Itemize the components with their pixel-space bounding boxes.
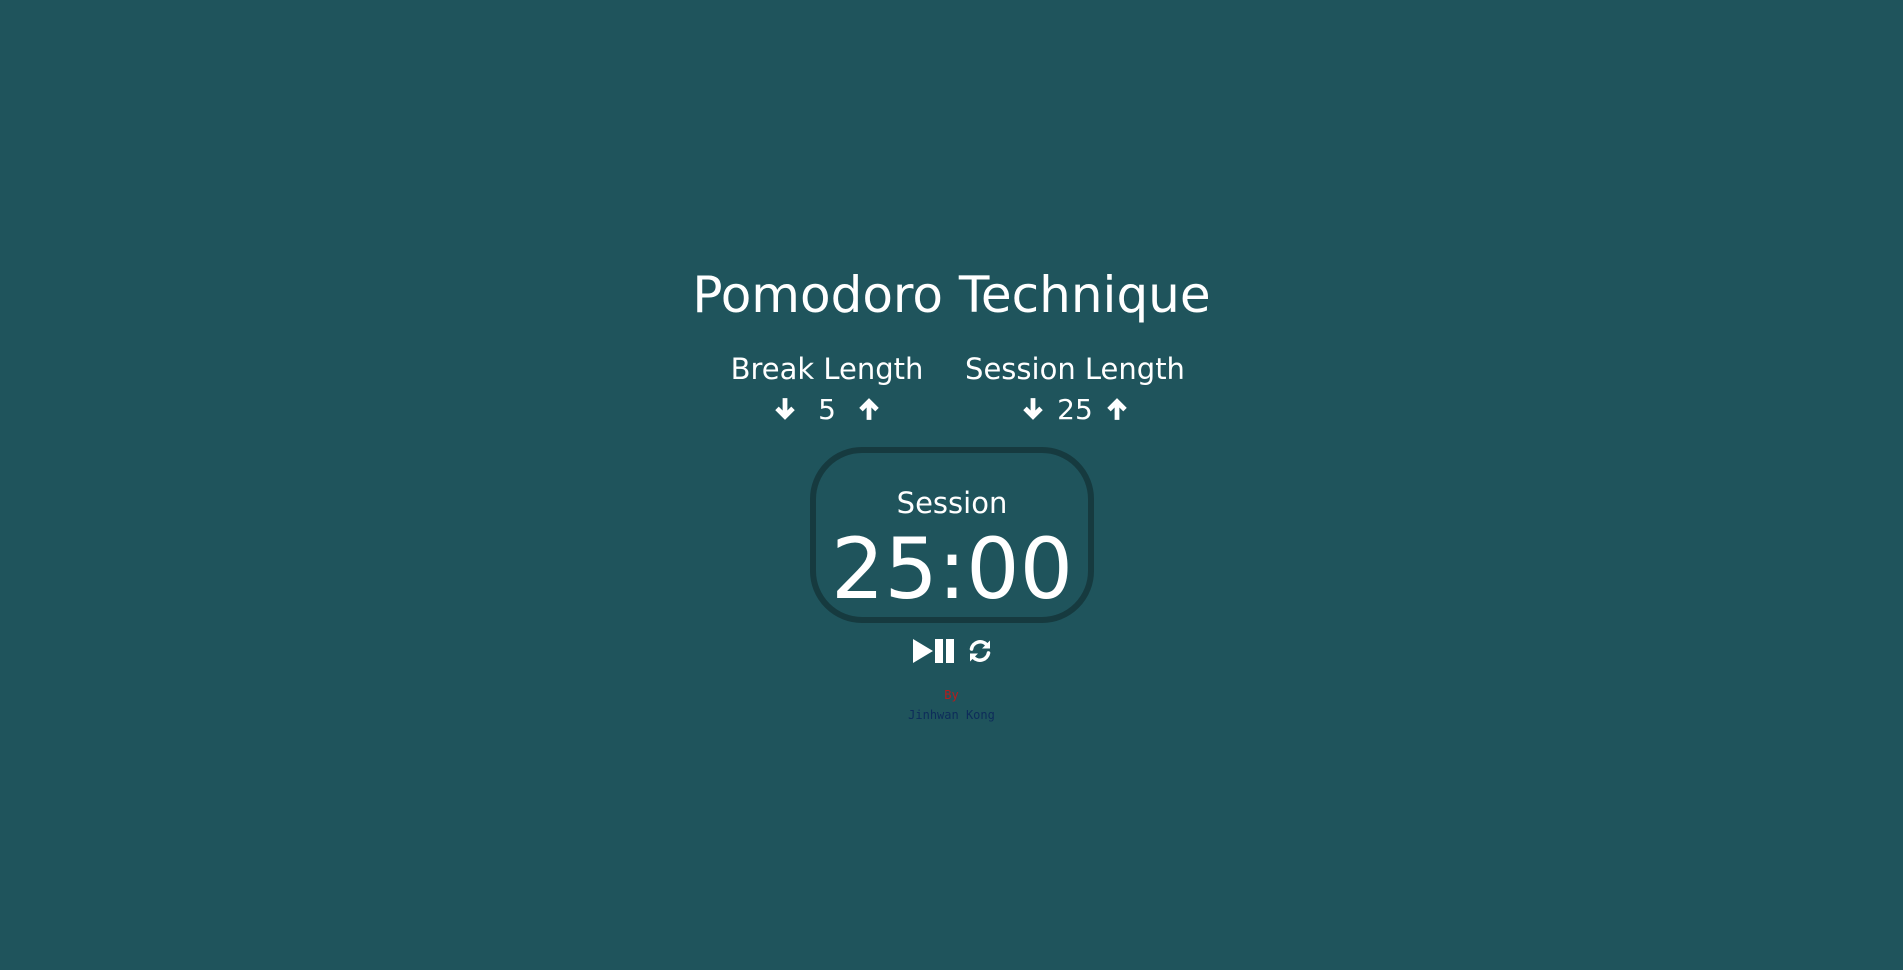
credit: By Jinhwan Kong bbox=[0, 685, 1903, 725]
break-length-value: 5 bbox=[818, 392, 836, 426]
play-pause-icon bbox=[912, 639, 954, 663]
playback-controls bbox=[0, 638, 1903, 664]
break-increment-button[interactable] bbox=[855, 395, 883, 423]
reset-button[interactable] bbox=[967, 638, 993, 664]
break-decrement-button[interactable] bbox=[771, 395, 799, 423]
play-pause-button[interactable] bbox=[911, 638, 957, 664]
arrow-up-icon bbox=[1107, 398, 1127, 420]
timer-display: Session 25:00 bbox=[810, 447, 1094, 623]
arrow-down-icon bbox=[775, 398, 795, 420]
session-length-stepper: 25 bbox=[945, 391, 1205, 427]
break-length-label: Break Length bbox=[730, 352, 924, 386]
session-length-label: Session Length bbox=[965, 352, 1185, 386]
session-length-value: 25 bbox=[1057, 392, 1093, 426]
break-length-control: Break Length 5 bbox=[697, 347, 957, 427]
arrow-up-icon bbox=[859, 398, 879, 420]
credit-by: By bbox=[944, 688, 959, 702]
arrow-down-icon bbox=[1023, 398, 1043, 420]
refresh-icon bbox=[969, 640, 990, 662]
session-length-control: Session Length 25 bbox=[945, 347, 1205, 427]
timer-label: Session bbox=[896, 486, 1008, 520]
break-length-stepper: 5 bbox=[697, 391, 957, 427]
page-title: Pomodoro Technique bbox=[692, 266, 1211, 324]
session-increment-button[interactable] bbox=[1103, 395, 1131, 423]
time-left: 25:00 bbox=[830, 520, 1074, 618]
pomodoro-app: Pomodoro Technique Break Length 5 Sessio… bbox=[0, 0, 1903, 970]
credit-author: Jinhwan Kong bbox=[908, 708, 995, 722]
session-decrement-button[interactable] bbox=[1019, 395, 1047, 423]
